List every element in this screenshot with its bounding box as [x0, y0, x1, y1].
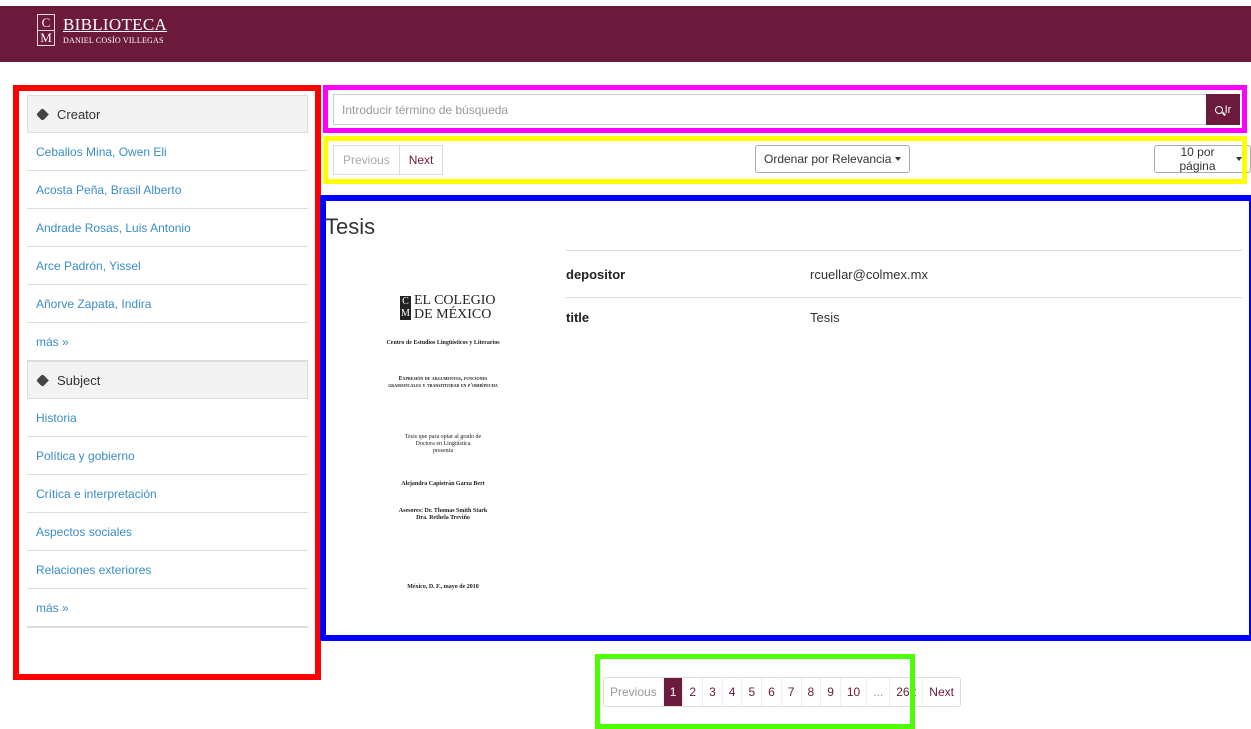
library-logo-link[interactable]: C M BIBLIOTECA DANIEL COSÍO VILLEGAS	[37, 14, 167, 46]
facet-heading-subject[interactable]: Subject	[27, 361, 308, 399]
pagination-page-current[interactable]: 1	[662, 678, 683, 706]
search-icon	[1214, 105, 1223, 114]
thumb-org-line: DE MÉXICO	[414, 307, 492, 322]
previous-button[interactable]: Previous	[333, 145, 400, 175]
facet-heading-label: Subject	[57, 372, 101, 388]
pagination-next[interactable]: Next	[922, 678, 960, 706]
metadata-value: Tesis	[810, 310, 840, 325]
thumb-date: México, D. F., mayo de 2010	[407, 584, 479, 590]
pagination-ellipsis: ...	[866, 678, 889, 706]
pagination-page-last[interactable]: 262	[889, 678, 922, 706]
per-page-dropdown-label: 10 por página	[1179, 145, 1216, 173]
search-bar: Ir	[333, 94, 1240, 125]
logo-letter-top: C	[41, 14, 51, 30]
facet-item-subject[interactable]: Aspectos sociales	[27, 513, 308, 551]
pagination-page[interactable]: 8	[800, 678, 821, 706]
facet-item-creator[interactable]: Acosta Peña, Brasil Alberto	[27, 171, 308, 209]
colmex-logo: C M EL COLEGIO DE MÉXICO	[400, 294, 496, 322]
result-thumbnail[interactable]: C M EL COLEGIO DE MÉXICO Centro de Estud…	[333, 262, 553, 612]
facet-more-subject-link[interactable]: más »	[27, 589, 308, 627]
thumb-logo-letter-top: C	[402, 296, 409, 307]
facet-item-creator[interactable]: Arce Padrón, Yissel	[27, 247, 308, 285]
caret-down-icon	[895, 157, 902, 161]
thumb-advisor-line: Dra. Rethela Treviño	[416, 515, 470, 521]
thumb-advisor-line: Asesores: Dr. Thomas Smith Stark	[398, 508, 488, 514]
tag-icon	[36, 107, 49, 121]
pagination-page[interactable]: 5	[741, 678, 761, 706]
thumb-advisors: Asesores: Dr. Thomas Smith Stark Dra. Re…	[333, 508, 553, 522]
brand-subtitle: DANIEL COSÍO VILLEGAS	[63, 36, 164, 45]
thumb-org-line: EL COLEGIO	[414, 293, 496, 308]
next-button[interactable]: Next	[399, 145, 444, 175]
thumb-degree-line: Doctora en Lingüística	[415, 441, 471, 447]
metadata-key: title	[566, 310, 590, 325]
pagination-page[interactable]: 6	[761, 678, 781, 706]
facet-item-creator[interactable]: Añorve Zapata, Indira	[27, 285, 308, 323]
facet-more-creator-link[interactable]: más »	[27, 323, 308, 361]
thumb-degree-line: Tesis que para optar al grado de	[404, 434, 482, 440]
thumb-thesis-line: Expresión de argumentos, funciones	[398, 376, 488, 382]
facet-item-creator[interactable]: Ceballos Mina, Owen Eli	[27, 133, 308, 171]
sort-dropdown-label: Ordenar por Relevancia	[764, 152, 892, 166]
thumb-logo-letter-bottom: M	[401, 308, 410, 319]
metadata-value: rcuellar@colmex.mx	[810, 266, 928, 282]
thumb-org-name: EL COLEGIO DE MÉXICO	[414, 294, 496, 322]
cm-logo-icon: C M	[400, 296, 411, 320]
metadata-table: depositor rcuellar@colmex.mx title Tesis	[566, 250, 1242, 343]
logo-letter-bottom: M	[38, 29, 54, 45]
sort-dropdown[interactable]: Ordenar por Relevancia	[755, 145, 911, 173]
facet-heading-creator[interactable]: Creator	[27, 95, 308, 133]
search-input[interactable]	[333, 94, 1206, 125]
pagination-page[interactable]: 3	[702, 678, 722, 706]
pagination-page[interactable]: 10	[839, 678, 866, 706]
thumb-author: Alejandra Capistrán Garza Bert	[401, 481, 485, 487]
facet-item-subject[interactable]: Relaciones exteriores	[27, 551, 308, 589]
result-title[interactable]: Tesis	[325, 214, 375, 240]
result-pager-top: Previous Next	[333, 145, 444, 175]
thumb-center: Centro de Estudios Lingüísticos y Litera…	[386, 340, 500, 346]
facet-sidebar: Creator Ceballos Mina, Owen Eli Acosta P…	[27, 95, 308, 628]
pagination-page[interactable]: 2	[682, 678, 702, 706]
thumb-degree-line: presenta	[433, 448, 453, 454]
cm-logo-icon: C M	[37, 14, 55, 46]
thumb-thesis-title: Expresión de argumentos, funciones grama…	[333, 376, 553, 390]
pagination-page[interactable]: 4	[721, 678, 742, 706]
pagination-page[interactable]: 7	[780, 678, 801, 706]
facet-heading-label: Creator	[57, 106, 101, 122]
thumb-thesis-line: gramaticales y transitividad en p'orhépe…	[388, 383, 498, 389]
search-button[interactable]: Ir	[1206, 94, 1240, 125]
metadata-row: title Tesis	[566, 297, 1242, 343]
metadata-key: depositor	[566, 266, 626, 282]
facet-item-subject[interactable]: Política y gobierno	[27, 437, 308, 475]
facet-item-creator[interactable]: Andrade Rosas, Luis Antonio	[27, 209, 308, 247]
pagination: Previous 1 2 3 4 5 6 7 8 9 10 ... 262 Ne…	[603, 677, 961, 707]
metadata-row: depositor rcuellar@colmex.mx	[566, 250, 1242, 297]
brand-text: BIBLIOTECA DANIEL COSÍO VILLEGAS	[63, 15, 167, 45]
top-bar: C M BIBLIOTECA DANIEL COSÍO VILLEGAS	[0, 6, 1251, 62]
pagination-previous[interactable]: Previous	[604, 678, 663, 706]
facet-item-subject[interactable]: Crítica e interpretación	[27, 475, 308, 513]
brand-title: BIBLIOTECA	[63, 15, 168, 34]
thumb-degree: Tesis que para optar al grado de Doctora…	[333, 434, 553, 455]
tag-icon	[36, 373, 49, 387]
facet-item-subject[interactable]: Historia	[27, 399, 308, 437]
per-page-dropdown[interactable]: 10 por página	[1154, 145, 1251, 173]
pagination-page[interactable]: 9	[820, 678, 840, 706]
caret-down-icon	[1236, 157, 1242, 161]
